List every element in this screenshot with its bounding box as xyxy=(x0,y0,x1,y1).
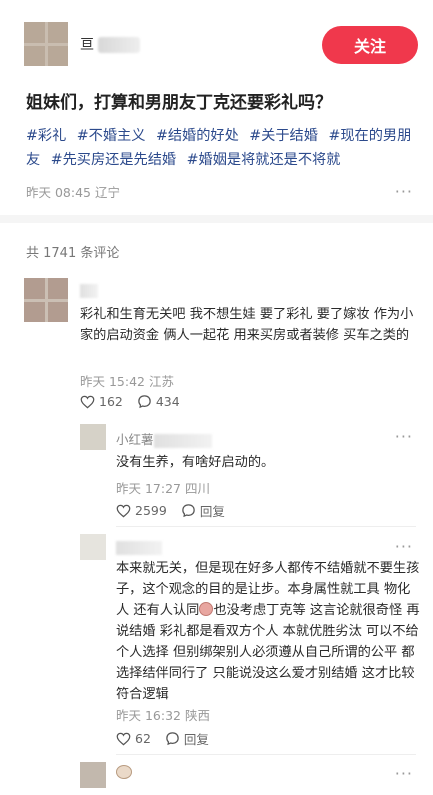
reply-button[interactable]: 回复 xyxy=(181,501,225,520)
name-blur xyxy=(80,283,98,298)
like-button[interactable]: 2599 xyxy=(116,503,167,518)
name-blur xyxy=(116,540,162,555)
replier-name[interactable] xyxy=(116,539,162,555)
reply-more-icon[interactable]: ··· xyxy=(395,427,413,446)
author-name[interactable]: 亘 xyxy=(80,34,140,54)
post-more-icon[interactable]: ··· xyxy=(395,182,413,201)
like-count: 62 xyxy=(135,731,151,746)
comment-icon xyxy=(166,732,179,746)
reply-time: 昨天 17:27 xyxy=(116,481,181,496)
replier-avatar[interactable] xyxy=(80,762,106,788)
heart-icon xyxy=(116,732,131,745)
comment-count: 共 1741 条评论 xyxy=(26,246,120,261)
post-tags: #彩礼 #不婚主义 #结婚的好处 #关于结婚 #现在的男朋友 #先买房还是先结婚… xyxy=(26,124,418,172)
reply-text: 没有生养，有啥好启动的。 xyxy=(116,455,275,470)
tag-link[interactable]: #不婚主义 xyxy=(77,128,146,144)
reply-actions: 62 回复 xyxy=(116,729,209,748)
reply-actions: 2599 回复 xyxy=(116,501,225,520)
section-divider xyxy=(0,215,433,223)
pig-face-emoji-icon xyxy=(199,602,214,616)
comment-actions: 162 434 xyxy=(80,394,180,409)
follow-button[interactable]: 关注 xyxy=(322,26,418,64)
replier-name[interactable]: 小红薯 xyxy=(116,429,212,448)
post-meta: 昨天 08:45 辽宁 xyxy=(26,182,120,201)
reply-time: 昨天 16:32 xyxy=(116,708,181,723)
like-button[interactable]: 62 xyxy=(116,731,151,746)
divider xyxy=(116,526,416,527)
heart-icon xyxy=(80,395,95,408)
comment-time: 昨天 15:42 xyxy=(80,374,145,389)
author-avatar[interactable] xyxy=(24,22,68,66)
post-time: 昨天 08:45 xyxy=(26,185,91,200)
name-blur xyxy=(98,37,140,53)
comment-meta: 昨天 15:42 江苏 xyxy=(80,371,174,390)
like-count: 162 xyxy=(99,394,123,409)
tag-link[interactable]: #彩礼 xyxy=(26,128,66,144)
comment-location: 江苏 xyxy=(148,374,174,389)
comment-text: 彩礼和生育无关吧 我不想生娃 要了彩礼 要了嫁妆 作为小家的启动资金 俩人一起花… xyxy=(80,307,414,343)
like-count: 2599 xyxy=(135,503,167,518)
reply-more-icon[interactable]: ··· xyxy=(395,764,413,783)
tag-link[interactable]: #婚姻是将就还是不将就 xyxy=(187,152,341,168)
monkey-emoji-icon xyxy=(116,765,132,779)
post-header: 亘 关注 xyxy=(0,0,433,72)
tag-link[interactable]: #关于结婚 xyxy=(249,128,318,144)
reply-button[interactable]: 回复 xyxy=(165,729,209,748)
reply-count-button[interactable]: 434 xyxy=(137,394,180,409)
commenter-name[interactable] xyxy=(80,282,98,298)
tag-link[interactable]: #先买房还是先结婚 xyxy=(51,152,176,168)
post-title: 姐妹们，打算和男朋友丁克还要彩礼吗？ xyxy=(26,93,332,113)
reply-count: 434 xyxy=(155,394,180,409)
reply-more-icon[interactable]: ··· xyxy=(395,537,413,556)
reply-text: 本来就无关，但是现在好多人都传不结婚就不要生孩子，这个观念的目的是让步。本身属性… xyxy=(116,561,420,702)
heart-icon xyxy=(116,504,131,517)
replier-avatar[interactable] xyxy=(80,424,106,450)
name-blur xyxy=(153,433,212,448)
reply-location: 陕西 xyxy=(184,708,210,723)
reply-meta: 昨天 17:27 四川 xyxy=(116,478,210,497)
reply-location: 四川 xyxy=(184,481,210,496)
comment-icon xyxy=(138,395,151,409)
tag-link[interactable]: #结婚的好处 xyxy=(156,128,239,144)
reply-meta: 昨天 16:32 陕西 xyxy=(116,705,210,724)
comment-icon xyxy=(182,504,195,518)
post-location: 辽宁 xyxy=(94,185,120,200)
like-button[interactable]: 162 xyxy=(80,394,123,409)
commenter-avatar[interactable] xyxy=(24,278,68,322)
divider xyxy=(116,754,416,755)
replier-avatar[interactable] xyxy=(80,534,106,560)
